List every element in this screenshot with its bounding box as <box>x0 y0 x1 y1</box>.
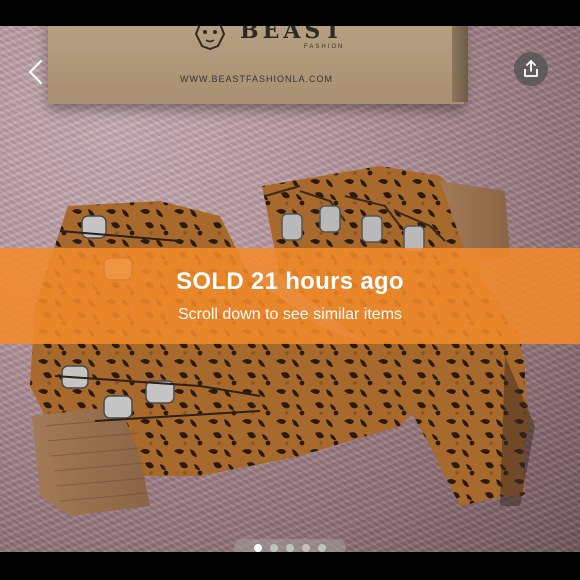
share-button[interactable] <box>514 52 548 86</box>
sold-status-subtitle: Scroll down to see similar items <box>177 306 403 323</box>
sold-banner[interactable]: SOLD 21 hours ago Scroll down to see sim… <box>0 248 580 344</box>
pagination-dot[interactable] <box>286 544 294 552</box>
listing-photo[interactable]: BEAST FASHION WWW.BEASTFASHIONLA.COM SOL… <box>0 26 580 552</box>
pagination-dot[interactable] <box>318 544 326 552</box>
bottom-bar <box>0 552 580 580</box>
pagination-dot[interactable] <box>302 544 310 552</box>
pagination-dot[interactable] <box>254 544 262 552</box>
top-bar <box>0 0 580 26</box>
image-pagination <box>234 539 346 552</box>
share-icon <box>524 60 538 77</box>
pagination-dot[interactable] <box>270 544 278 552</box>
sold-status-title: SOLD 21 hours ago <box>176 268 404 295</box>
back-chevron-icon[interactable] <box>24 58 48 86</box>
